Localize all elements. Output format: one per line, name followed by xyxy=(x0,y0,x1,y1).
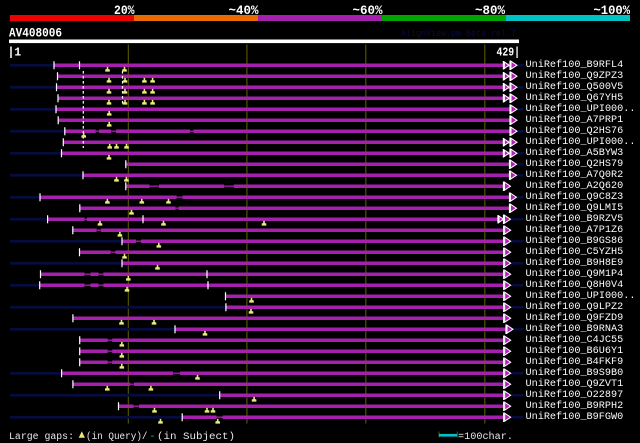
svg-text:~100%: ~100% xyxy=(594,3,631,18)
svg-text:UniRef100_A7P1Z6: UniRef100_A7P1Z6 xyxy=(526,224,624,236)
svg-text:UniRef100_Q500V5: UniRef100_Q500V5 xyxy=(526,81,624,93)
svg-text:UniRef100_B6U6Y1: UniRef100_B6U6Y1 xyxy=(526,345,624,357)
svg-text:UniRef100_A7Q0R2: UniRef100_A7Q0R2 xyxy=(526,169,624,181)
svg-text:UniRef100_B9RFL4: UniRef100_B9RFL4 xyxy=(526,59,624,71)
svg-text:AlignView.pm Beta rel.7: AlignView.pm Beta rel.7 xyxy=(401,28,516,39)
svg-text:UniRef100_B9H8E9: UniRef100_B9H8E9 xyxy=(526,257,624,269)
svg-text:=100char.: =100char. xyxy=(458,431,513,443)
svg-text:(in Query)/: (in Query)/ xyxy=(86,431,148,443)
svg-text:UniRef100_UPI000..: UniRef100_UPI000.. xyxy=(526,290,636,302)
svg-text:UniRef100_A2Q620: UniRef100_A2Q620 xyxy=(526,180,624,192)
svg-text:UniRef100_C4JC55: UniRef100_C4JC55 xyxy=(526,334,624,346)
svg-text:|1: |1 xyxy=(8,46,22,60)
svg-text:UniRef100_Q2HS76: UniRef100_Q2HS76 xyxy=(526,125,624,137)
svg-text:UniRef100_Q9C8Z3: UniRef100_Q9C8Z3 xyxy=(526,191,624,203)
svg-text:UniRef100_B9RZV5: UniRef100_B9RZV5 xyxy=(526,213,624,225)
svg-text:AV408006: AV408006 xyxy=(9,26,62,41)
svg-text:UniRef100_C5YZH5: UniRef100_C5YZH5 xyxy=(526,246,624,258)
svg-text:UniRef100_A7PRP1: UniRef100_A7PRP1 xyxy=(526,114,624,126)
svg-text:UniRef100_Q9LMI5: UniRef100_Q9LMI5 xyxy=(526,202,624,214)
svg-text:UniRef100_Q9ZVT1: UniRef100_Q9ZVT1 xyxy=(526,378,624,390)
svg-text:UniRef100_B4FKF9: UniRef100_B4FKF9 xyxy=(526,356,624,368)
svg-text:UniRef100_Q8H0V4: UniRef100_Q8H0V4 xyxy=(526,279,624,291)
svg-text:UniRef100_A5BYW3: UniRef100_A5BYW3 xyxy=(526,147,624,159)
svg-text:UniRef100_UPI000..: UniRef100_UPI000.. xyxy=(526,136,636,148)
svg-text:UniRef100_Q9LPZ2: UniRef100_Q9LPZ2 xyxy=(526,301,624,313)
svg-text:UniRef100_B9FGW0: UniRef100_B9FGW0 xyxy=(526,411,624,423)
svg-text:(in Subject): (in Subject) xyxy=(157,431,235,443)
svg-text:~40%: ~40% xyxy=(229,3,259,18)
svg-text:UniRef100_Q2HS79: UniRef100_Q2HS79 xyxy=(526,158,624,170)
svg-text:-: - xyxy=(150,432,156,443)
svg-text:UniRef100_B9RPH2: UniRef100_B9RPH2 xyxy=(526,400,624,412)
svg-text:UniRef100_B9GS86: UniRef100_B9GS86 xyxy=(526,235,624,247)
svg-text:UniRef100_O22897: UniRef100_O22897 xyxy=(526,389,624,401)
svg-text:20%: 20% xyxy=(114,3,135,18)
svg-text:UniRef100_UPI000..: UniRef100_UPI000.. xyxy=(526,103,636,115)
svg-text:UniRef100_B9S9B0: UniRef100_B9S9B0 xyxy=(526,367,624,379)
svg-text:UniRef100_Q9FZD9: UniRef100_Q9FZD9 xyxy=(526,312,624,324)
svg-text:UniRef100_B9RNA3: UniRef100_B9RNA3 xyxy=(526,323,624,335)
svg-text:UniRef100_Q9ZPZ3: UniRef100_Q9ZPZ3 xyxy=(526,70,624,82)
svg-text:UniRef100_Q67YH5: UniRef100_Q67YH5 xyxy=(526,92,624,104)
svg-text:429|: 429| xyxy=(497,46,521,60)
svg-text:Large gaps:: Large gaps: xyxy=(9,432,74,443)
svg-text:~60%: ~60% xyxy=(353,3,383,18)
svg-text:UniRef100_Q9M1P4: UniRef100_Q9M1P4 xyxy=(526,268,624,280)
svg-text:~80%: ~80% xyxy=(475,3,505,18)
